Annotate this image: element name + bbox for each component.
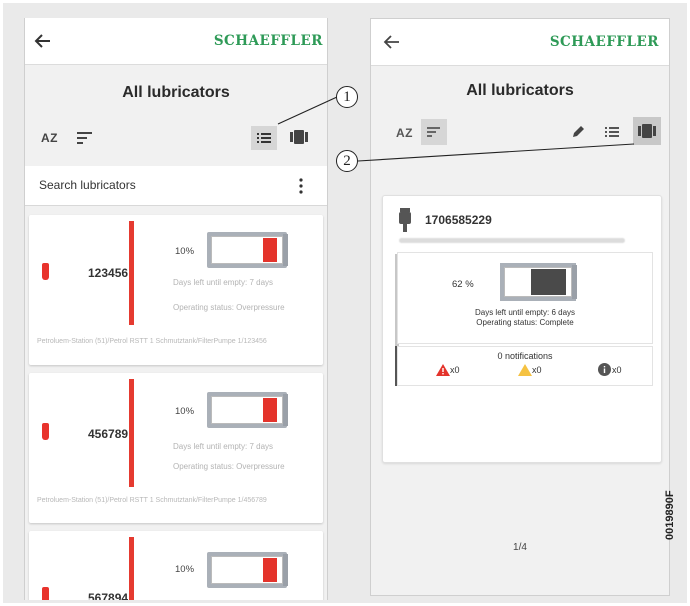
callout-2: 2: [336, 150, 358, 172]
figure-code: 0019890F: [664, 490, 676, 540]
callout-1: 1: [336, 86, 358, 108]
